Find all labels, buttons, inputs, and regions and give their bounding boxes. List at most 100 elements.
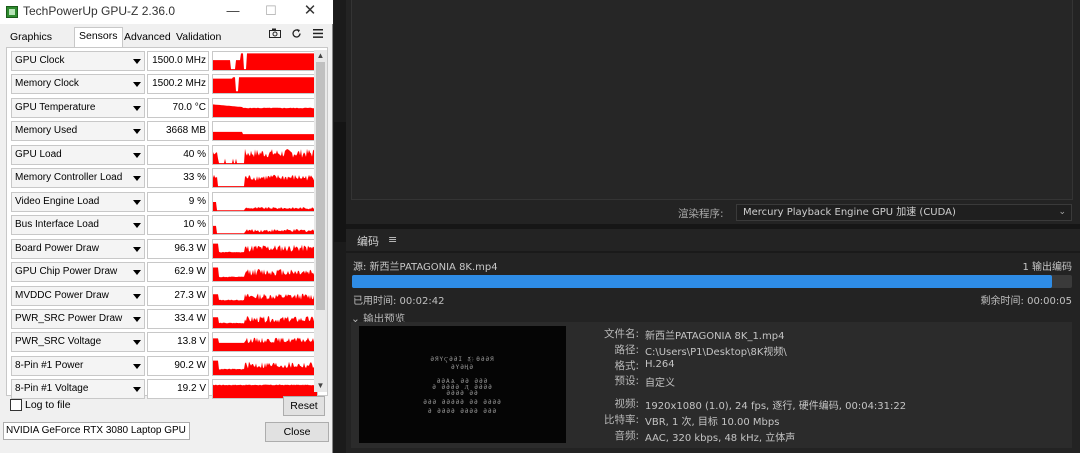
close-window-button[interactable]: ✕: [292, 0, 328, 24]
dropdown-arrow-icon[interactable]: [133, 82, 141, 88]
tab-validation[interactable]: Validation: [172, 29, 225, 47]
renderer-select[interactable]: Mercury Playback Engine GPU 加速 (CUDA) ⌄: [736, 204, 1072, 221]
reset-button[interactable]: Reset: [283, 396, 325, 416]
sensor-row: Memory Controller Load 33 %: [9, 168, 318, 189]
sensor-name-dropdown[interactable]: GPU Chip Power Draw: [11, 262, 145, 283]
preview-text-line: ӘӘӘӘ ӘӘ: [446, 390, 479, 397]
sensor-graph: [212, 308, 318, 329]
sensor-graph: [212, 262, 318, 283]
sensor-name-dropdown[interactable]: Board Power Draw: [11, 238, 145, 259]
minimize-button[interactable]: —: [215, 0, 251, 24]
sensor-label: PWR_SRC Voltage: [15, 336, 102, 348]
sensor-label: MVDDC Power Draw: [15, 289, 109, 301]
sensor-graph: [212, 355, 318, 376]
sensor-row: Memory Used 3668 MB: [9, 121, 318, 142]
sensor-label: 8-Pin #1 Power: [15, 359, 84, 371]
dropdown-arrow-icon[interactable]: [133, 105, 141, 111]
sensor-name-dropdown[interactable]: Memory Used: [11, 121, 145, 142]
sensors-panel: GPU Clock 1500.0 MHz Memory Clock 1500.2 MH…: [6, 47, 328, 400]
log-to-file-checkbox[interactable]: [10, 399, 22, 411]
sensor-value: 62.9 W: [147, 262, 209, 283]
dropdown-arrow-icon[interactable]: [133, 363, 141, 369]
sensor-value: 33 %: [147, 168, 209, 189]
sensor-name-dropdown[interactable]: 8-Pin #1 Voltage: [11, 379, 145, 400]
sensor-name-dropdown[interactable]: PWR_SRC Power Draw: [11, 308, 145, 329]
sensor-name-dropdown[interactable]: GPU Temperature: [11, 97, 145, 118]
dropdown-arrow-icon[interactable]: [133, 176, 141, 182]
info-label: 预设:: [614, 375, 639, 387]
panel-menu-icon[interactable]: ≡: [388, 233, 397, 246]
menu-icon[interactable]: [311, 28, 325, 42]
sensor-name-dropdown[interactable]: MVDDC Power Draw: [11, 285, 145, 306]
dropdown-arrow-icon[interactable]: [133, 246, 141, 252]
sensor-graph: [212, 215, 318, 236]
sensor-graph: [212, 74, 318, 95]
remaining-time: 剩余时间: 00:00:05: [980, 296, 1072, 307]
sensor-label: 8-Pin #1 Voltage: [15, 383, 89, 395]
refresh-icon[interactable]: [289, 28, 303, 42]
sensor-value: 9 %: [147, 191, 209, 212]
dropdown-arrow-icon[interactable]: [133, 152, 141, 158]
tab-sensors[interactable]: Sensors: [74, 27, 123, 47]
sensor-row: PWR_SRC Power Draw 33.4 W: [9, 308, 318, 329]
dropdown-arrow-icon[interactable]: [133, 223, 141, 229]
info-value: C:\Users\P1\Desktop\8K视频\: [645, 347, 787, 358]
tab-graphics-card[interactable]: Graphics Card: [6, 29, 56, 59]
encoding-tab-title[interactable]: 编码: [357, 233, 379, 249]
output-video-thumbnail: ӘЯҮҀӘӘΙ Ӡ҈ ӨӘӘЯ ӘҮӘҢӘ ӘӘΑѦ ӘӘ ӘӘӘ Ә ӘӘӘӘ Ӆ …: [359, 326, 566, 443]
sensor-row: PWR_SRC Voltage 13.8 V: [9, 332, 318, 353]
maximize-button[interactable]: ☐: [253, 0, 289, 24]
sensor-row: GPU Clock 1500.0 MHz: [9, 51, 318, 71]
sensor-label: GPU Load: [15, 148, 62, 160]
sensors-scrollbar[interactable]: ▲ ▼: [314, 50, 327, 392]
scroll-up-arrow-icon[interactable]: ▲: [314, 50, 327, 62]
dropdown-arrow-icon[interactable]: [133, 340, 141, 346]
dropdown-arrow-icon[interactable]: [133, 387, 141, 393]
sensor-name-dropdown[interactable]: Memory Clock: [11, 74, 145, 95]
dropdown-arrow-icon[interactable]: [133, 270, 141, 276]
sensor-value: 3668 MB: [147, 121, 209, 142]
sensor-label: Board Power Draw: [15, 242, 99, 254]
info-label: 文件名:: [603, 328, 639, 340]
sensor-value: 1500.0 MHz: [147, 51, 209, 71]
sensor-value: 19.2 V: [147, 379, 209, 400]
sensor-label: Memory Controller Load: [15, 172, 123, 184]
source-preview-area: [351, 0, 1073, 200]
info-value: AAC, 320 kbps, 48 kHz, 立体声: [645, 433, 796, 444]
window-title: TechPowerUp GPU-Z 2.36.0: [23, 4, 176, 18]
sensor-name-dropdown[interactable]: 8-Pin #1 Power: [11, 355, 145, 376]
dropdown-arrow-icon[interactable]: [133, 129, 141, 135]
sensor-row: Board Power Draw 96.3 W: [9, 238, 318, 259]
gpu-select[interactable]: NVIDIA GeForce RTX 3080 Laptop GPU ⌄: [3, 422, 190, 440]
close-button[interactable]: Close: [265, 422, 329, 442]
sensor-name-dropdown[interactable]: PWR_SRC Voltage: [11, 332, 145, 353]
dropdown-arrow-icon[interactable]: [133, 293, 141, 299]
sensor-name-dropdown[interactable]: Bus Interface Load: [11, 215, 145, 236]
sensor-label: PWR_SRC Power Draw: [15, 312, 123, 324]
sensor-graph: [212, 332, 318, 353]
renderer-label: 渲染程序:: [678, 208, 724, 220]
left-divider-strip: [334, 0, 346, 453]
sensor-graph: [212, 238, 318, 259]
sensor-name-dropdown[interactable]: GPU Load: [11, 144, 145, 165]
info-label: 格式:: [614, 360, 639, 372]
sensor-value: 96.3 W: [147, 238, 209, 259]
scroll-down-arrow-icon[interactable]: ▼: [314, 380, 327, 392]
scrollbar-thumb[interactable]: [316, 62, 325, 310]
dropdown-arrow-icon[interactable]: [133, 59, 141, 64]
encoder-panel: 渲染程序: Mercury Playback Engine GPU 加速 (CU…: [334, 0, 1080, 453]
sensor-row: GPU Temperature 70.0 °C: [9, 97, 318, 118]
dropdown-arrow-icon[interactable]: [133, 316, 141, 322]
sensor-value: 90.2 W: [147, 355, 209, 376]
sensor-row: MVDDC Power Draw 27.3 W: [9, 285, 318, 306]
tab-advanced[interactable]: Advanced: [120, 29, 175, 47]
source-file-label: 源: 新西兰PATAGONIA 8K.mp4: [353, 262, 498, 273]
sensor-value: 33.4 W: [147, 308, 209, 329]
dropdown-arrow-icon[interactable]: [133, 199, 141, 205]
sensor-row: GPU Chip Power Draw 62.9 W: [9, 262, 318, 283]
info-value: VBR, 1 次, 目标 10.00 Mbps: [645, 417, 780, 428]
sensor-name-dropdown[interactable]: Memory Controller Load: [11, 168, 145, 189]
camera-icon[interactable]: [268, 28, 282, 42]
sensor-name-dropdown[interactable]: Video Engine Load: [11, 191, 145, 212]
sensor-name-dropdown[interactable]: GPU Clock: [11, 51, 145, 71]
